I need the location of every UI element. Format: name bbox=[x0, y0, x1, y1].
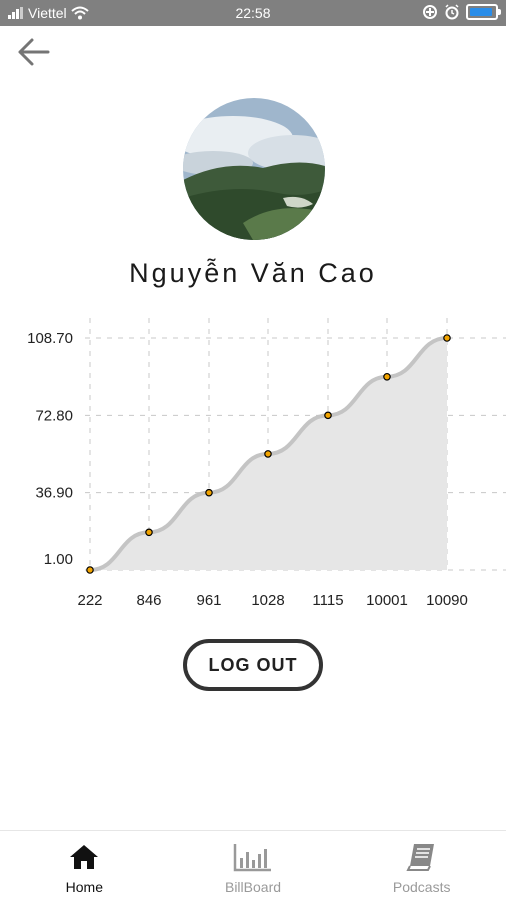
arrow-left-icon bbox=[18, 38, 50, 66]
y-tick-label: 36.90 bbox=[35, 485, 73, 502]
progress-chart: 1.00 36.90 72.80 108.70 222 846 961 1028 1115 100… bbox=[27, 318, 506, 609]
book-icon bbox=[406, 844, 434, 871]
avatar bbox=[183, 98, 325, 240]
data-saver-icon bbox=[423, 5, 437, 19]
landscape-avatar bbox=[183, 98, 325, 240]
battery-fill bbox=[470, 8, 492, 16]
bar-chart-icon bbox=[233, 844, 271, 872]
nav-label-podcasts: Podcasts bbox=[392, 879, 451, 895]
x-tick-label: 222 bbox=[77, 592, 102, 609]
home-icon bbox=[70, 845, 99, 869]
alarm-icon bbox=[445, 4, 459, 20]
status-right bbox=[422, 4, 501, 20]
profile-name: Nguyễn Văn Cao bbox=[129, 258, 377, 288]
nav-item-podcasts[interactable]: Podcasts bbox=[337, 831, 506, 901]
back-button[interactable] bbox=[14, 36, 54, 68]
x-tick-label: 1028 bbox=[251, 592, 284, 609]
bottom-nav: Home BillBoard Podcasts bbox=[0, 830, 506, 901]
x-tick-label: 846 bbox=[136, 592, 161, 609]
chart-data-point bbox=[86, 566, 94, 574]
x-tick-label: 10001 bbox=[366, 592, 408, 609]
y-tick-label: 72.80 bbox=[35, 407, 73, 424]
x-tick-label: 1115 bbox=[312, 592, 343, 609]
chart-data-point bbox=[443, 334, 451, 342]
nav-item-home[interactable]: Home bbox=[0, 831, 169, 901]
chart-data-point bbox=[205, 488, 213, 497]
chart-data-point bbox=[264, 450, 272, 458]
y-tick-label: 1.00 bbox=[44, 551, 73, 568]
chart-data-point bbox=[145, 528, 153, 537]
x-tick-label: 961 bbox=[196, 592, 221, 609]
logout-button[interactable]: LOG OUT bbox=[183, 639, 323, 691]
status-bar: Viettel 22:58 bbox=[0, 0, 506, 26]
x-tick-label: 10090 bbox=[426, 592, 468, 609]
y-tick-label: 108.70 bbox=[27, 330, 73, 347]
nav-label-billboard: BillBoard bbox=[224, 879, 282, 895]
chart-data-point bbox=[324, 411, 332, 420]
chart-data-point bbox=[383, 372, 391, 381]
battery-icon bbox=[466, 4, 501, 20]
nav-item-billboard[interactable]: BillBoard bbox=[169, 831, 338, 901]
nav-label-home: Home bbox=[65, 879, 104, 895]
